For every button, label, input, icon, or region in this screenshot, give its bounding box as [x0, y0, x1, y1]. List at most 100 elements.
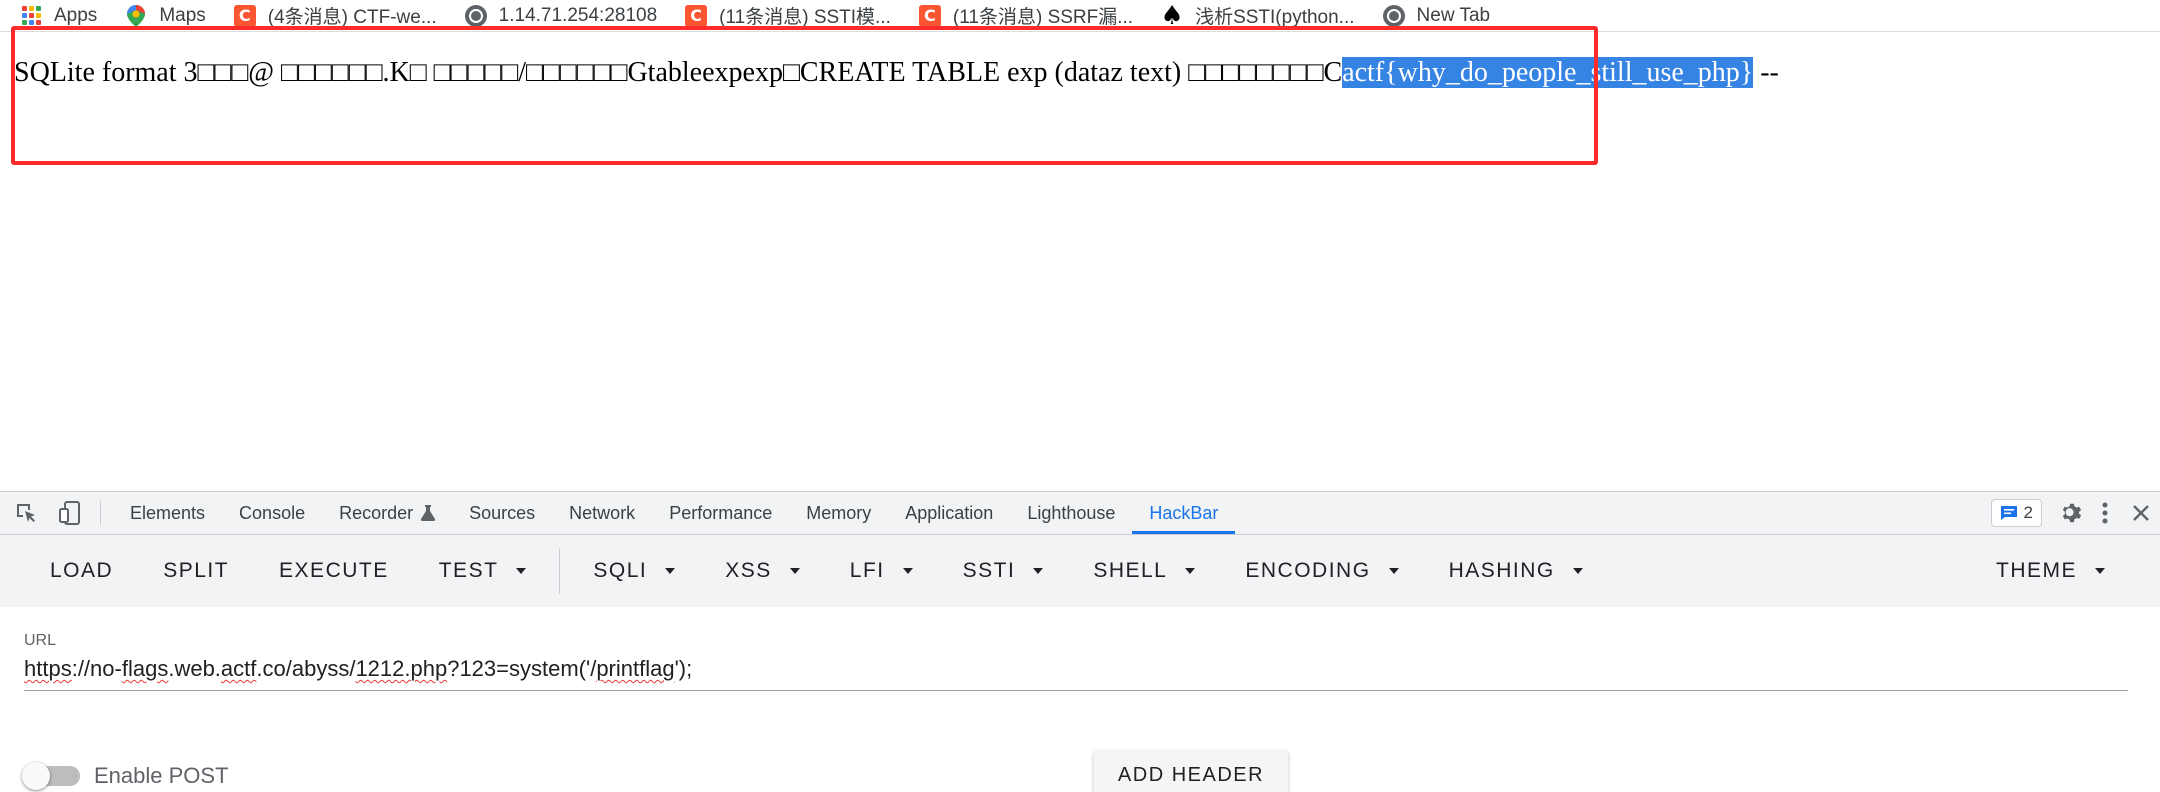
- caret-down-icon: [516, 568, 527, 574]
- url-part: .web.: [168, 656, 221, 681]
- tab-memory[interactable]: Memory: [789, 492, 888, 534]
- bookmark-label: (11条消息) SSTI模...: [719, 7, 891, 28]
- split-button[interactable]: SPLIT: [138, 535, 254, 607]
- url-part: ?123=system('/: [447, 656, 597, 681]
- url-part: printflag: [596, 656, 675, 681]
- caret-down-icon: [1033, 568, 1044, 574]
- inspect-element-icon[interactable]: [4, 492, 48, 534]
- url-part: actf: [220, 656, 257, 681]
- browser-window: Apps Maps C (4条消息) CTF-we... 1.14.71.254…: [0, 0, 2160, 792]
- bookmark-label: (4条消息) CTF-we...: [267, 7, 437, 28]
- caret-down-icon: [789, 568, 800, 574]
- url-part: .co/abyss/: [256, 656, 356, 681]
- tab-sources[interactable]: Sources: [452, 492, 552, 534]
- bookmark-ip[interactable]: 1.14.71.254:28108: [464, 4, 658, 27]
- shell-label: SHELL: [1093, 559, 1168, 582]
- hackbar-toolbar: LOAD SPLIT EXECUTE TEST SQLI XSS LFI SST…: [0, 535, 2160, 607]
- shell-menu-button[interactable]: SHELL: [1068, 535, 1220, 607]
- tab-lighthouse[interactable]: Lighthouse: [1010, 492, 1132, 534]
- tab-application[interactable]: Application: [888, 492, 1010, 534]
- issues-counter[interactable]: 2: [1990, 499, 2042, 527]
- bookmark-label: 浅析SSTI(python...: [1195, 7, 1355, 28]
- test-label: TEST: [438, 559, 499, 582]
- ssti-menu-button[interactable]: SSTI: [938, 535, 1069, 607]
- gear-icon[interactable]: [2060, 501, 2084, 525]
- tab-hackbar[interactable]: HackBar: [1132, 492, 1236, 534]
- load-button[interactable]: LOAD: [25, 535, 138, 607]
- bookmark-csdn-ssti[interactable]: C (11条消息) SSTI模...: [685, 2, 891, 29]
- caret-down-icon: [665, 568, 676, 574]
- csdn-c-icon: C: [685, 4, 708, 27]
- bookmark-label: Apps: [54, 4, 98, 26]
- add-header-button[interactable]: ADD HEADER: [1094, 750, 1288, 792]
- ssti-label: SSTI: [962, 559, 1016, 582]
- sqli-label: SQLI: [593, 559, 648, 582]
- caret-down-icon: [1388, 568, 1399, 574]
- globe-icon: [464, 4, 487, 27]
- test-menu-button[interactable]: TEST: [414, 535, 552, 607]
- theme-menu-button[interactable]: THEME: [1971, 535, 2130, 607]
- bookmark-csdn-ssrf[interactable]: C (11条消息) SSRF漏...: [918, 2, 1134, 29]
- hashing-label: HASHING: [1448, 559, 1555, 582]
- execute-button[interactable]: EXECUTE: [254, 535, 414, 607]
- device-toolbar-icon[interactable]: [48, 492, 92, 534]
- bookmark-maps[interactable]: Maps: [125, 4, 206, 27]
- url-part: 1212.php: [355, 656, 448, 681]
- bookmark-label: New Tab: [1416, 4, 1491, 26]
- lfi-label: LFI: [849, 559, 885, 582]
- url-label: URL: [24, 632, 57, 649]
- flask-icon: [421, 505, 436, 521]
- theme-label: THEME: [1996, 559, 2077, 582]
- bookmark-label: (11条消息) SSRF漏...: [952, 7, 1134, 28]
- bookmark-csdn-ctf[interactable]: C (4条消息) CTF-we...: [233, 2, 437, 29]
- enable-post-toggle[interactable]: [22, 762, 80, 790]
- toolbar-divider: [559, 548, 561, 594]
- xss-menu-button[interactable]: XSS: [700, 535, 825, 607]
- url-part: https: [24, 656, 72, 681]
- caret-down-icon: [1572, 568, 1583, 574]
- more-vertical-icon[interactable]: [2102, 502, 2108, 524]
- devtools-panel: Elements Console Recorder Sources Networ…: [0, 491, 2160, 792]
- bookmark-ssti-python[interactable]: ♠ 浅析SSTI(python...: [1160, 0, 1355, 31]
- red-annotation-box: [11, 26, 1598, 165]
- url-input[interactable]: https://no-flags.web.actf.co/abyss/1212.…: [24, 656, 2128, 691]
- bookmark-label: 1.14.71.254:28108: [498, 4, 658, 26]
- xss-label: XSS: [725, 559, 772, 582]
- sqli-menu-button[interactable]: SQLI: [568, 535, 700, 607]
- csdn-c-icon: C: [233, 4, 256, 27]
- raw-text-after: --: [1753, 57, 1779, 88]
- close-icon[interactable]: [2132, 504, 2150, 522]
- tab-recorder-label: Recorder: [339, 502, 414, 523]
- maps-pin-icon: [125, 4, 147, 27]
- bookmark-apps[interactable]: Apps: [20, 5, 97, 27]
- tab-console[interactable]: Console: [222, 492, 322, 534]
- tab-network[interactable]: Network: [552, 492, 652, 534]
- encoding-menu-button[interactable]: ENCODING: [1220, 535, 1423, 607]
- hashing-menu-button[interactable]: HASHING: [1424, 535, 1608, 607]
- bookmark-new-tab[interactable]: New Tab: [1382, 4, 1491, 27]
- devtools-right-controls: 2: [1990, 492, 2150, 534]
- url-field[interactable]: URL https://no-flags.web.actf.co/abyss/1…: [24, 632, 2128, 691]
- message-icon: [2000, 505, 2018, 521]
- apps-grid-icon: [20, 5, 42, 27]
- devtools-tabbar: Elements Console Recorder Sources Networ…: [0, 491, 2160, 535]
- toolbar-divider: [100, 501, 101, 525]
- issues-count: 2: [2023, 503, 2033, 522]
- enable-post-row: Enable POST: [22, 762, 229, 790]
- selected-flag-text: actf{why_do_people_still_use_php}: [1342, 57, 1754, 88]
- lfi-menu-button[interactable]: LFI: [825, 535, 938, 607]
- bookmarks-bar: Apps Maps C (4条消息) CTF-we... 1.14.71.254…: [0, 0, 2160, 32]
- caret-down-icon: [902, 568, 913, 574]
- url-part: ://no-: [71, 656, 122, 681]
- tab-performance[interactable]: Performance: [652, 492, 789, 534]
- spade-icon: ♠: [1160, 0, 1184, 31]
- caret-down-icon: [2095, 568, 2105, 574]
- globe-icon: [1382, 4, 1405, 27]
- tab-recorder[interactable]: Recorder: [322, 492, 452, 534]
- tab-elements[interactable]: Elements: [113, 492, 222, 534]
- url-part: ');: [674, 656, 693, 681]
- raw-text-before: SQLite format 3□□□@ □□□□□□.K□ □□□□□/□□□□…: [14, 57, 1343, 88]
- url-part: flags: [121, 656, 169, 681]
- enable-post-label: Enable POST: [94, 763, 229, 788]
- encoding-label: ENCODING: [1245, 559, 1371, 582]
